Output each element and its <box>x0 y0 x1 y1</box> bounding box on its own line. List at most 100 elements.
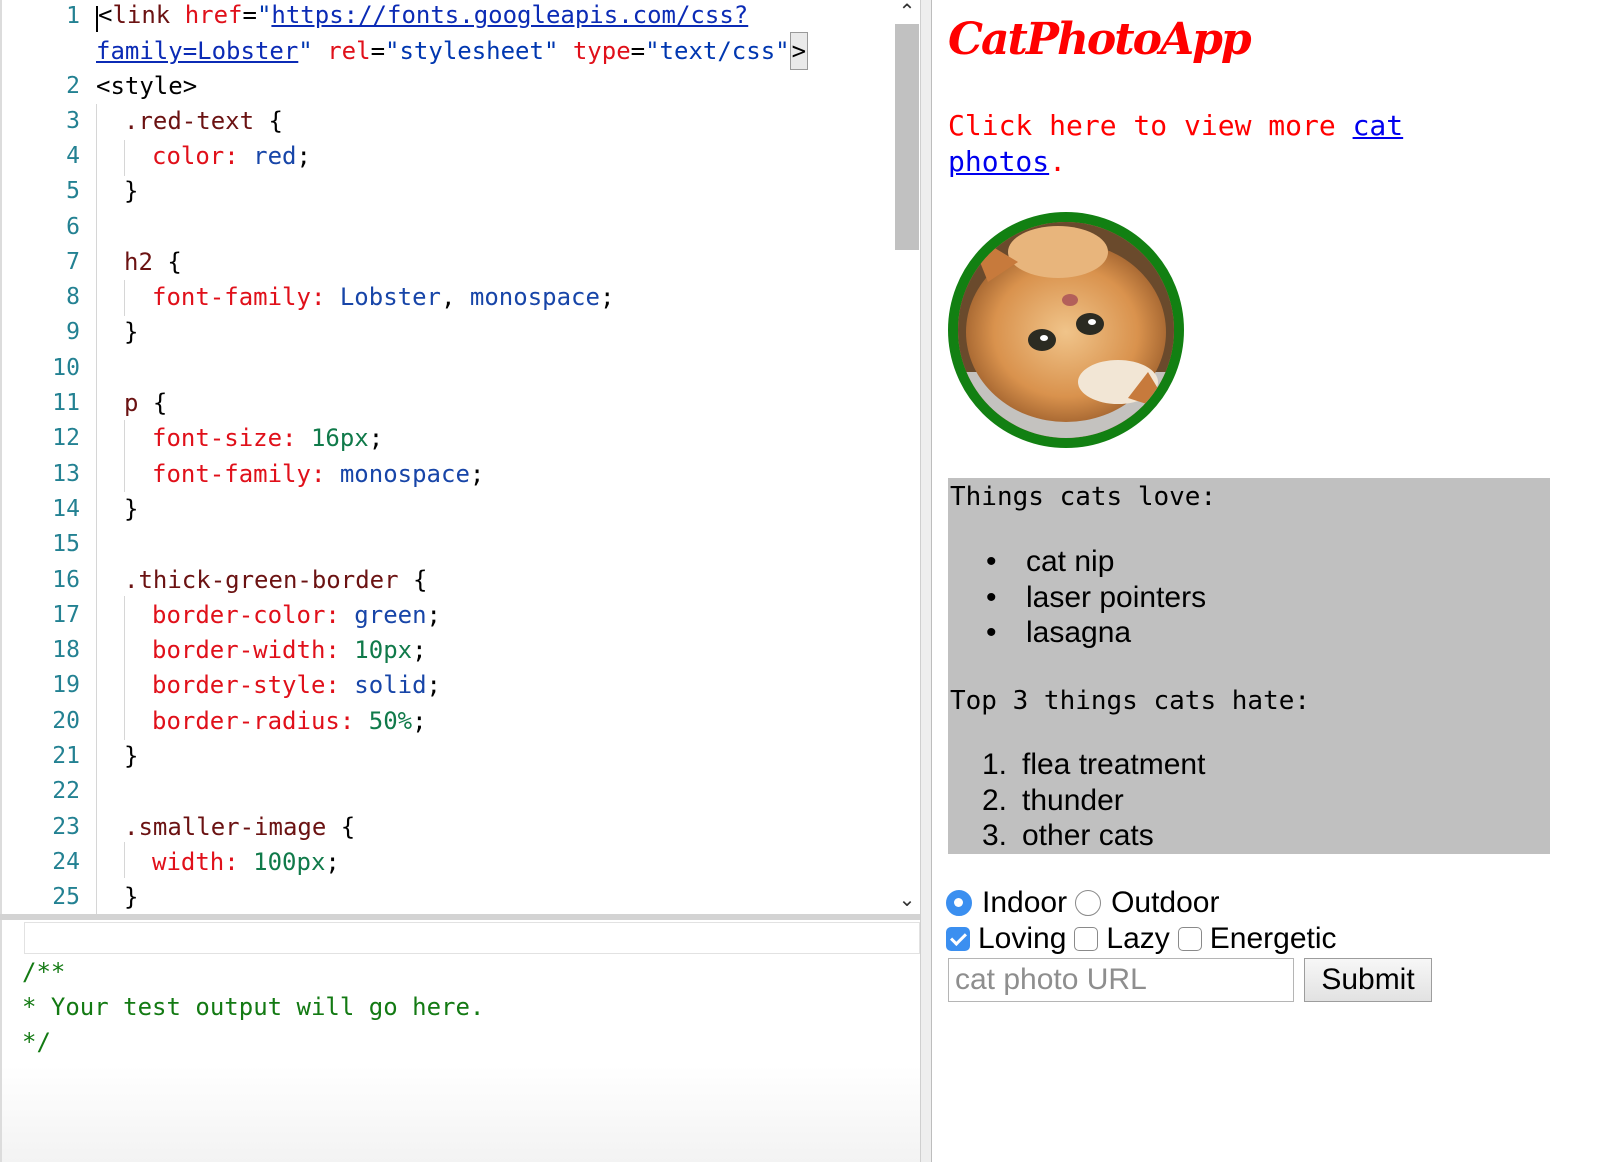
cat-photo-image[interactable] <box>948 212 1184 448</box>
checkbox-lazy[interactable] <box>1074 927 1099 951</box>
checkbox-group: Loving Lazy Energetic <box>946 922 1345 956</box>
brace: { <box>268 107 283 135</box>
code-line: font-size: 16px; <box>96 420 383 456</box>
code-line: p { <box>96 385 167 421</box>
radio-group: Indoor Outdoor <box>946 886 1227 920</box>
equals: = <box>370 37 386 65</box>
page-title: CatPhotoApp <box>948 14 1252 65</box>
attribute-value: "stylesheet" <box>385 37 559 65</box>
line-number: 21 <box>52 743 80 769</box>
brace: { <box>340 813 356 841</box>
href-link[interactable]: https://fonts.googleapis.com/css? <box>271 1 748 29</box>
semicolon: ; <box>469 460 485 488</box>
vertical-pane-divider[interactable] <box>920 0 932 1162</box>
line-number: 23 <box>52 814 80 840</box>
code-text-area[interactable]: <link href = "https://fonts.googleapis.com… <box>96 0 886 918</box>
code-line: border-style: solid; <box>96 667 441 703</box>
list-item-text: cat nip <box>1026 545 1115 578</box>
code-line: <style> <box>96 68 197 104</box>
code-line: } <box>96 314 138 350</box>
checkbox-loving[interactable] <box>946 927 970 951</box>
things-hate-label: Top 3 things cats hate: <box>950 686 1311 716</box>
css-value: solid <box>354 671 427 699</box>
comma: , <box>441 283 456 311</box>
chevron-down-icon[interactable]: ⌄ <box>892 888 922 910</box>
editor-scrollbar[interactable]: ⌃ ⌄ <box>892 0 922 918</box>
bullet-icon: • <box>986 545 997 578</box>
semicolon: ; <box>426 671 441 699</box>
line-number: 19 <box>52 672 80 698</box>
brace: { <box>413 566 428 594</box>
style-tag: <style> <box>96 72 198 100</box>
code-editor[interactable]: 1 2 3 4 5 6 7 8 9 10 11 12 13 14 15 16 1… <box>0 0 922 918</box>
code-line: font-family: monospace; <box>96 456 484 492</box>
css-property: font-family: <box>152 460 326 488</box>
checkbox-label: Energetic <box>1209 922 1337 955</box>
line-number: 3 <box>66 108 80 134</box>
list-item-text: laser pointers <box>1026 580 1207 614</box>
list-item-text: lasagna <box>1026 616 1132 649</box>
attribute-name: type <box>572 37 631 65</box>
semicolon: ; <box>325 848 340 876</box>
code-line: } <box>96 879 138 915</box>
code-line: h2 { <box>96 244 182 280</box>
semicolon: ; <box>426 601 441 629</box>
css-property: border-style: <box>152 671 340 699</box>
code-line: .red-text { <box>96 103 283 139</box>
intro-period: . <box>1049 145 1067 178</box>
code-line: border-radius: 50%; <box>96 703 427 739</box>
quote: " <box>256 1 272 29</box>
list-item: 3. other cats <box>982 818 1205 854</box>
semicolon: ; <box>412 707 427 735</box>
line-number: 1 <box>66 3 80 29</box>
brace: } <box>124 177 139 205</box>
equals: = <box>630 37 646 65</box>
code-line-wrap: family=Lobster" rel="stylesheet" type="t… <box>96 32 809 70</box>
line-number: 5 <box>66 178 80 204</box>
scrollbar-thumb[interactable] <box>895 24 919 250</box>
list-number: 2. <box>982 783 1008 817</box>
cat-photo-form: Indoor Outdoor Loving Lazy Energetic Sub… <box>946 884 1566 1014</box>
radio-outdoor[interactable] <box>1075 890 1102 916</box>
list-item-text: thunder <box>1022 783 1124 817</box>
css-property: width: <box>152 848 239 876</box>
css-property: border-width: <box>152 636 340 664</box>
kitten-photo <box>958 222 1174 438</box>
attribute-name: href <box>184 1 243 29</box>
chevron-up-icon[interactable]: ⌃ <box>892 0 922 22</box>
css-property: font-family: <box>152 283 326 311</box>
line-number: 24 <box>52 849 80 875</box>
line-number: 4 <box>66 143 80 169</box>
checkbox-energetic[interactable] <box>1177 927 1202 951</box>
css-property: color: <box>152 142 239 170</box>
code-line: color: red; <box>96 138 311 174</box>
line-number: 11 <box>52 390 80 416</box>
brace: } <box>124 883 139 911</box>
matched-bracket: > <box>789 32 809 70</box>
list-item: • laser pointers <box>986 580 1206 616</box>
cat-lists-section: Things cats love: • cat nip • laser pointe… <box>948 478 1550 854</box>
submit-button[interactable]: Submit <box>1304 958 1432 1002</box>
tag-open: < <box>98 1 113 29</box>
css-value: green <box>354 601 427 629</box>
code-line: } <box>96 491 138 527</box>
line-number: 22 <box>52 778 80 804</box>
href-link[interactable]: family=Lobster <box>96 37 298 65</box>
radio-indoor[interactable] <box>946 890 972 916</box>
radio-label: Indoor <box>982 886 1068 919</box>
semicolon: ; <box>412 636 427 664</box>
line-number: 16 <box>52 567 80 593</box>
css-property: border-radius: <box>152 707 355 735</box>
code-line: .smaller-image { <box>96 809 355 845</box>
cat-photo-url-input[interactable] <box>948 958 1294 1002</box>
code-line: } <box>96 738 138 774</box>
line-number: 14 <box>52 496 80 522</box>
css-selector: h2 <box>124 248 153 276</box>
list-item: 1. flea treatment <box>982 747 1205 783</box>
brace: } <box>124 318 139 346</box>
checkbox-label: Loving <box>978 922 1067 955</box>
code-line: } <box>96 173 138 209</box>
tag-name: link <box>112 1 171 29</box>
line-number: 17 <box>52 602 80 628</box>
bullet-icon: • <box>986 580 997 614</box>
